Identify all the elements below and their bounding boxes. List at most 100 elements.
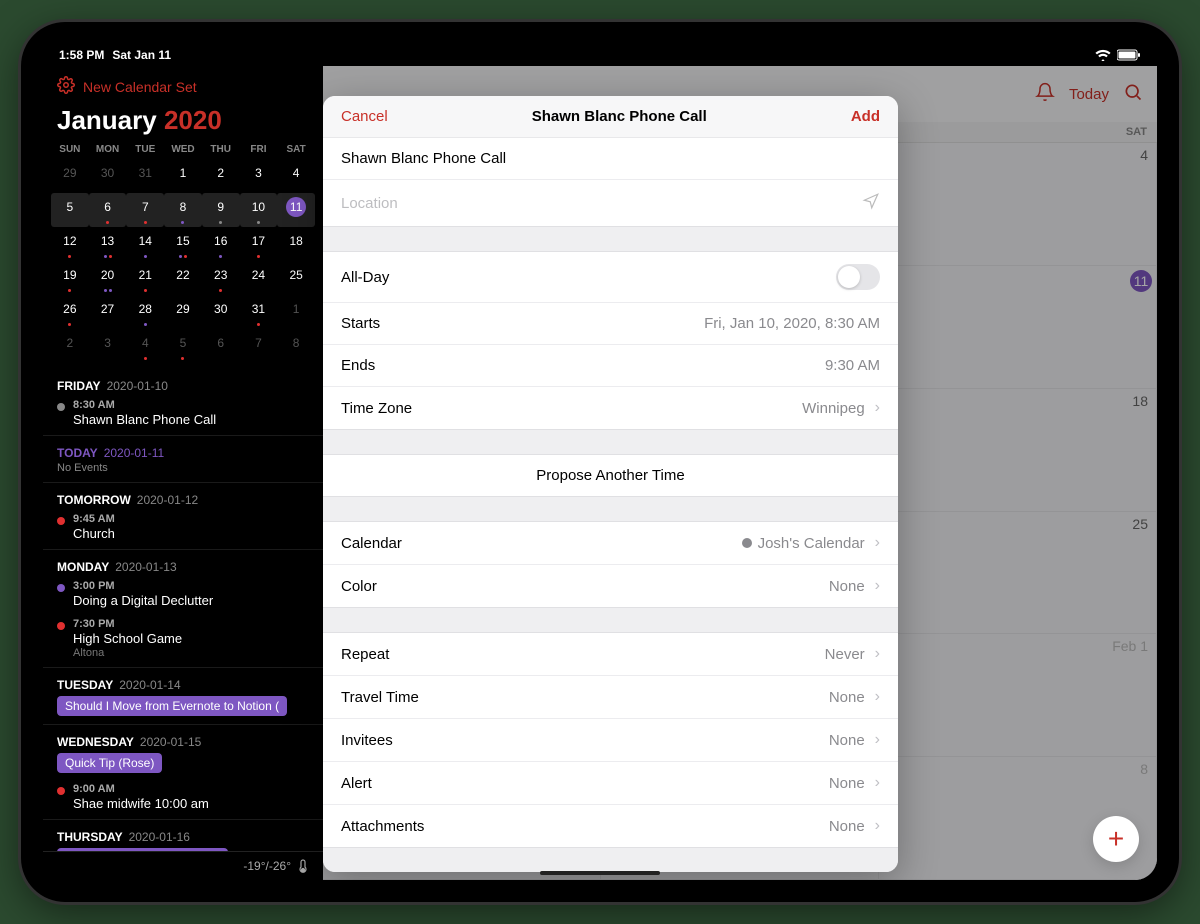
- agenda-section-header: MONDAY2020-01-13: [43, 552, 323, 576]
- agenda-section-header: FRIDAY2020-01-10: [43, 371, 323, 395]
- mini-cal-day[interactable]: 30: [89, 159, 127, 193]
- agenda-pill-event[interactable]: Should I Move from Evernote to Notion (: [57, 696, 287, 716]
- mini-cal-day[interactable]: 19: [51, 261, 89, 295]
- mini-cal-day[interactable]: 5: [164, 329, 202, 363]
- mini-cal-day[interactable]: 15: [164, 227, 202, 261]
- agenda-list[interactable]: FRIDAY2020-01-108:30 AMShawn Blanc Phone…: [43, 371, 323, 851]
- all-day-toggle[interactable]: [836, 264, 880, 290]
- mini-cal-day[interactable]: 27: [89, 295, 127, 329]
- agenda-section-header: THURSDAY2020-01-16: [43, 822, 323, 846]
- agenda-event[interactable]: 3:00 PMDoing a Digital Declutter: [43, 576, 323, 614]
- mini-cal-day[interactable]: 17: [240, 227, 278, 261]
- mini-cal-dow: SUN: [51, 144, 89, 159]
- mini-cal-day[interactable]: 25: [277, 261, 315, 295]
- month-name: January: [57, 105, 157, 135]
- mini-cal-dow: THU: [202, 144, 240, 159]
- cancel-button[interactable]: Cancel: [341, 108, 388, 125]
- mini-cal-day[interactable]: 31: [126, 159, 164, 193]
- calendar-row[interactable]: Calendar Josh's Calendar›: [323, 522, 898, 565]
- mini-cal-dow: TUE: [126, 144, 164, 159]
- mini-cal-day[interactable]: 1: [277, 295, 315, 329]
- wifi-icon: [1095, 49, 1111, 61]
- mini-cal-day[interactable]: 20: [89, 261, 127, 295]
- event-editor-sheet: Cancel Shawn Blanc Phone Call Add Shawn …: [323, 96, 898, 872]
- agenda-section-header: TUESDAY2020-01-14: [43, 670, 323, 694]
- agenda-section-header: WEDNESDAY2020-01-15: [43, 727, 323, 751]
- mini-cal-day[interactable]: 9: [202, 193, 240, 227]
- mini-cal-day[interactable]: 3: [240, 159, 278, 193]
- mini-cal-day[interactable]: 28: [126, 295, 164, 329]
- calendar-color-dot: [742, 538, 752, 548]
- gear-icon[interactable]: [57, 76, 75, 97]
- mini-cal-day[interactable]: 14: [126, 227, 164, 261]
- mini-cal-day[interactable]: 5: [51, 193, 89, 227]
- mini-cal-day[interactable]: 13: [89, 227, 127, 261]
- agenda-no-events: No Events: [43, 462, 323, 480]
- location-placeholder: Location: [341, 195, 398, 212]
- mini-cal-day[interactable]: 6: [202, 329, 240, 363]
- starts-row[interactable]: Starts Fri, Jan 10, 2020, 8:30 AM: [323, 303, 898, 345]
- sheet-header: Cancel Shawn Blanc Phone Call Add: [323, 96, 898, 138]
- timezone-row[interactable]: Time Zone Winnipeg›: [323, 387, 898, 429]
- agenda-pill-event[interactable]: Quick Tip (Rose): [57, 753, 162, 773]
- repeat-row[interactable]: Repeat Never›: [323, 633, 898, 676]
- agenda-event[interactable]: 8:30 AMShawn Blanc Phone Call: [43, 395, 323, 433]
- mini-cal-day[interactable]: 4: [126, 329, 164, 363]
- mini-cal-day[interactable]: 3: [89, 329, 127, 363]
- travel-time-row[interactable]: Travel Time None›: [323, 676, 898, 719]
- add-event-fab[interactable]: +: [1093, 816, 1139, 862]
- alert-row[interactable]: Alert None›: [323, 762, 898, 805]
- color-row[interactable]: Color None›: [323, 565, 898, 607]
- mini-cal-day[interactable]: 2: [51, 329, 89, 363]
- status-time: 1:58 PM: [59, 48, 104, 62]
- mini-cal-day[interactable]: 1: [164, 159, 202, 193]
- footer-temperature: -19°/-26°: [243, 859, 291, 873]
- chevron-right-icon: ›: [875, 534, 880, 552]
- mini-cal-day[interactable]: 29: [164, 295, 202, 329]
- mini-cal-day[interactable]: 7: [126, 193, 164, 227]
- propose-time-button[interactable]: Propose Another Time: [323, 455, 898, 496]
- mini-cal-day[interactable]: 24: [240, 261, 278, 295]
- location-arrow-icon[interactable]: [862, 192, 880, 214]
- add-button[interactable]: Add: [851, 108, 880, 125]
- invitees-row[interactable]: Invitees None›: [323, 719, 898, 762]
- agenda-event[interactable]: 9:45 AMChurch: [43, 509, 323, 547]
- mini-cal-day[interactable]: 11: [277, 193, 315, 227]
- location-field[interactable]: Location: [323, 180, 898, 226]
- mini-cal-day[interactable]: 16: [202, 227, 240, 261]
- agenda-event[interactable]: 7:30 PMHigh School GameAltona: [43, 614, 323, 665]
- attachments-row[interactable]: Attachments None›: [323, 805, 898, 847]
- mini-cal-day[interactable]: 26: [51, 295, 89, 329]
- agenda-event[interactable]: 9:00 AMShae midwife 10:00 am: [43, 779, 323, 817]
- mini-cal-day[interactable]: 8: [277, 329, 315, 363]
- mini-cal-day[interactable]: 21: [126, 261, 164, 295]
- mini-cal-day[interactable]: 8: [164, 193, 202, 227]
- sidebar: New Calendar Set January 2020 SUNMONTUEW…: [43, 66, 323, 880]
- mini-cal-day[interactable]: 6: [89, 193, 127, 227]
- mini-cal-day[interactable]: 22: [164, 261, 202, 295]
- sheet-title: Shawn Blanc Phone Call: [388, 108, 851, 125]
- mini-cal-day[interactable]: 29: [51, 159, 89, 193]
- sidebar-footer: -19°/-26°: [43, 851, 323, 880]
- chevron-right-icon: ›: [875, 731, 880, 749]
- chevron-right-icon: ›: [875, 688, 880, 706]
- mini-cal-day[interactable]: 31: [240, 295, 278, 329]
- mini-cal-dow: FRI: [240, 144, 278, 159]
- event-title-field[interactable]: Shawn Blanc Phone Call: [323, 138, 898, 180]
- ends-row[interactable]: Ends 9:30 AM: [323, 345, 898, 387]
- mini-cal-day[interactable]: 10: [240, 193, 278, 227]
- mini-cal-day[interactable]: 18: [277, 227, 315, 261]
- home-indicator[interactable]: [540, 871, 660, 875]
- ipad-device-frame: 1:58 PM Sat Jan 11 New Calendar Set Janu…: [21, 22, 1179, 902]
- mini-cal-day[interactable]: 7: [240, 329, 278, 363]
- mini-cal-day[interactable]: 23: [202, 261, 240, 295]
- mini-cal-day[interactable]: 4: [277, 159, 315, 193]
- mini-cal-day[interactable]: 30: [202, 295, 240, 329]
- sheet-body[interactable]: Shawn Blanc Phone Call Location All-Day: [323, 138, 898, 872]
- new-calendar-set-link[interactable]: New Calendar Set: [83, 79, 197, 95]
- mini-cal-day[interactable]: 2: [202, 159, 240, 193]
- plus-icon: +: [1108, 825, 1124, 853]
- mini-cal-day[interactable]: 12: [51, 227, 89, 261]
- mini-calendar[interactable]: SUNMONTUEWEDTHUFRISAT 293031123456789101…: [43, 144, 323, 371]
- status-date: Sat Jan 11: [112, 48, 171, 62]
